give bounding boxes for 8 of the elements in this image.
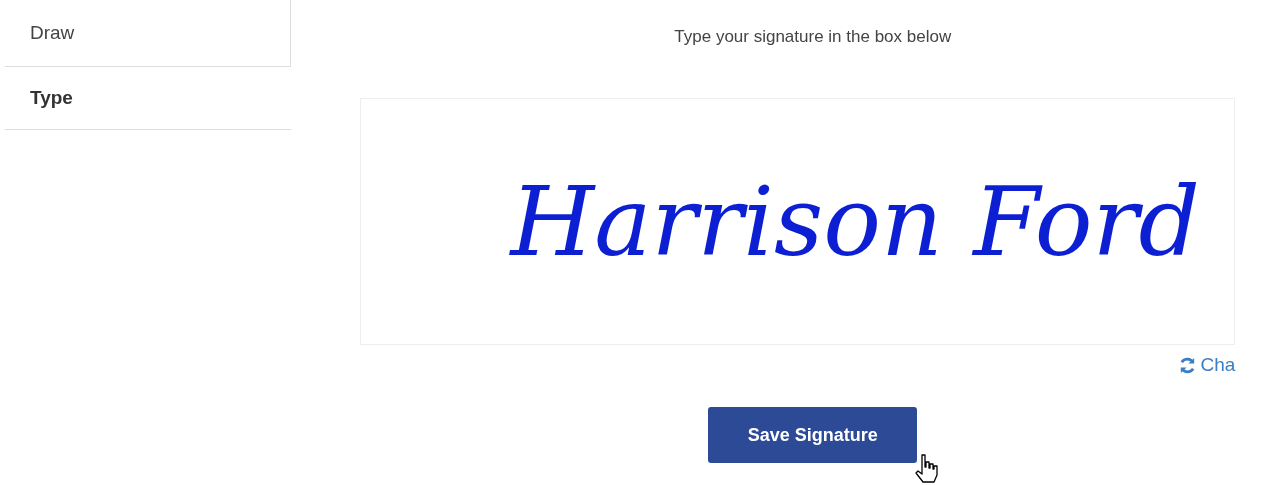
save-signature-button[interactable]: Save Signature bbox=[708, 407, 918, 463]
instruction-text: Type your signature in the box below bbox=[673, 26, 953, 48]
hand-cursor-icon bbox=[913, 453, 940, 485]
sidebar-tab[interactable]: Draw bbox=[5, 0, 291, 67]
change-link[interactable]: Cha bbox=[1177, 354, 1236, 376]
signature-text: Harrison Ford bbox=[510, 165, 1200, 278]
sidebar-tab[interactable]: Type bbox=[5, 67, 291, 130]
signature-field[interactable]: Harrison Ford bbox=[359, 98, 1235, 345]
